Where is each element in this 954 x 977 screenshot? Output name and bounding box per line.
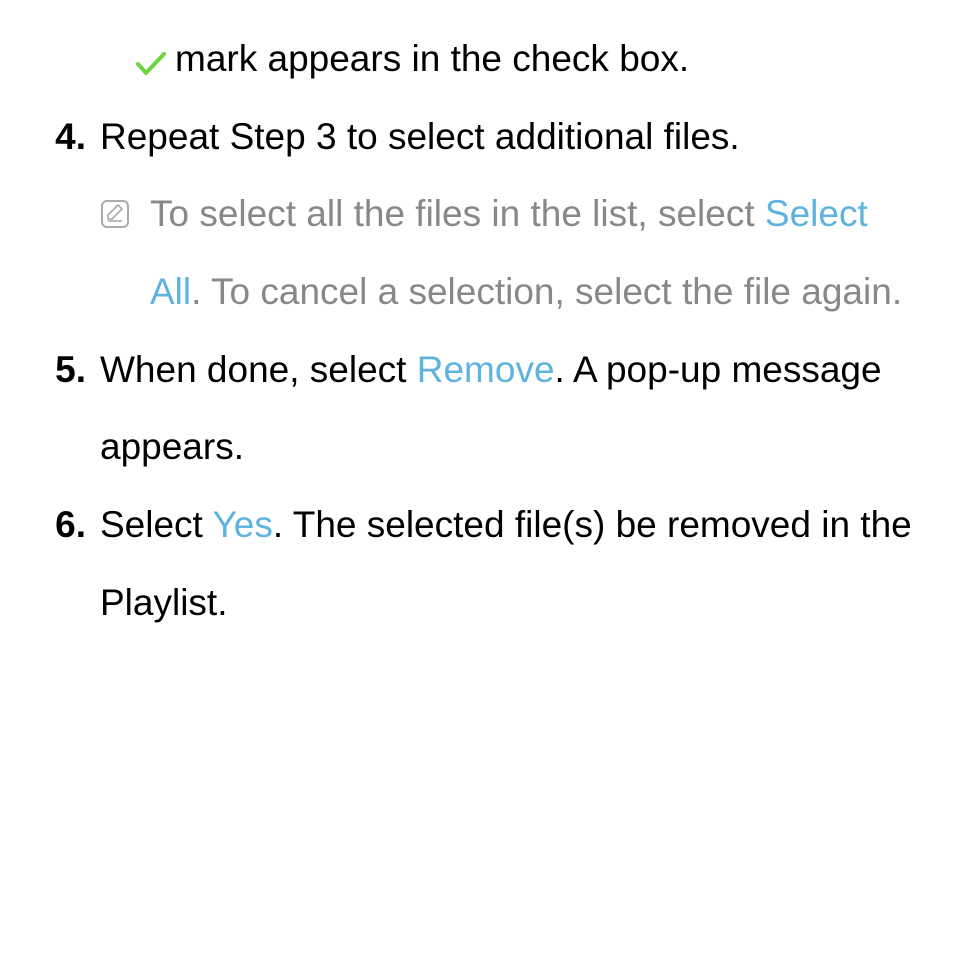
note-pencil-icon [100,175,150,229]
checkmark-icon [135,20,175,98]
note-post: . To cancel a selection, select the file… [191,271,902,312]
step-6-pre: Select [100,504,212,545]
step3-tail-text: mark appears in the check box. [175,20,689,98]
step-5-pre: When done, select [100,349,417,390]
step-6-body: Select Yes. The selected file(s) be remo… [100,486,914,641]
note-body: To select all the files in the list, sel… [150,175,914,330]
step-6-number: 6. [40,486,100,564]
step-6-highlight-yes: Yes [212,504,272,545]
note: To select all the files in the list, sel… [40,175,914,330]
note-pre: To select all the files in the list, sel… [150,193,765,234]
step-5: 5. When done, select Remove. A pop-up me… [40,331,914,486]
step-4: 4. Repeat Step 3 to select additional fi… [40,98,914,176]
step-6: 6. Select Yes. The selected file(s) be r… [40,486,914,641]
step3-continuation: mark appears in the check box. [40,20,914,98]
step-5-highlight-remove: Remove [417,349,555,390]
step-4-number: 4. [40,98,100,176]
step-4-body: Repeat Step 3 to select additional files… [100,98,914,176]
step-5-body: When done, select Remove. A pop-up messa… [100,331,914,486]
step-5-number: 5. [40,331,100,409]
